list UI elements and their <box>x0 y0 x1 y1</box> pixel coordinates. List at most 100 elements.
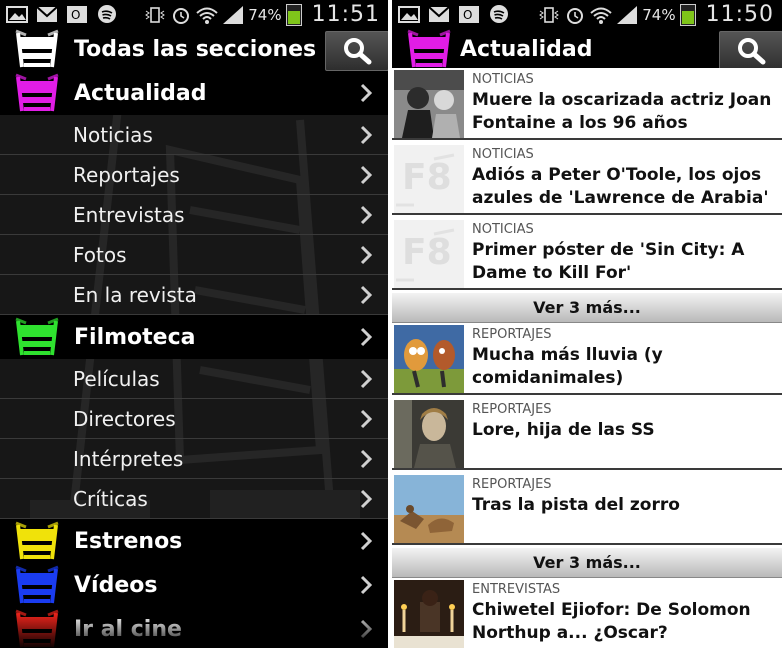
news-category: REPORTAJES <box>472 327 552 342</box>
chevron-right-icon <box>360 165 372 184</box>
menu-section[interactable]: Filmoteca <box>0 315 388 359</box>
chevron-right-icon <box>360 531 372 551</box>
svg-text:O: O <box>71 8 80 22</box>
menu-subitem[interactable]: Reportajes <box>0 155 388 195</box>
director-chair-icon <box>407 29 451 68</box>
menu-label: Vídeos <box>74 572 158 598</box>
menu-label: Todas las secciones <box>74 36 317 62</box>
menu-label: Reportajes <box>73 162 180 187</box>
menu-subitem[interactable]: Películas <box>0 359 388 399</box>
battery-percent: 74% <box>248 5 282 24</box>
director-chair-icon <box>15 73 59 112</box>
news-item[interactable]: F8 NOTICIAS Adiós a Peter O'Toole, los ojo… <box>392 143 782 215</box>
news-category: ENTREVISTAS <box>472 582 561 597</box>
alarm-icon <box>173 7 190 24</box>
wifi-icon <box>590 7 612 24</box>
search-icon <box>344 38 372 65</box>
news-item[interactable]: F8 NOTICIAS Primer póster de 'Sin City: A … <box>392 218 782 290</box>
director-chair-icon <box>15 29 59 68</box>
svg-text:F8: F8 <box>402 157 452 198</box>
svg-text:O: O <box>463 8 472 22</box>
menu-subitem[interactable]: Noticias <box>0 115 388 155</box>
spotify-icon <box>490 5 508 23</box>
signal-icon <box>223 5 244 24</box>
news-headline: Adiós a Peter O'Toole, los ojos azules d… <box>472 165 769 208</box>
menu-label: Estrenos <box>74 528 183 554</box>
news-category: REPORTAJES <box>472 402 552 417</box>
signal-icon <box>617 5 638 24</box>
article-thumbnail: F8 <box>394 220 464 288</box>
menu-label: Películas <box>73 366 160 391</box>
menu-label: Críticas <box>73 486 148 511</box>
menu-section[interactable]: Actualidad <box>0 71 388 115</box>
news-headline: Primer póster de 'Sin City: A Dame to Ki… <box>472 240 745 283</box>
menu-label: Directores <box>73 406 176 431</box>
wifi-icon <box>196 7 218 24</box>
news-item[interactable]: NOTICIAS Muere la oscarizada actriz Joan … <box>392 68 782 140</box>
article-thumbnail <box>394 580 464 648</box>
chevron-right-icon <box>360 285 372 304</box>
left-screen: O 74% 11:51 Todas las secciones Actualida… <box>0 0 388 648</box>
menu-label: Entrevistas <box>73 202 185 227</box>
menu-subitem[interactable]: Fotos <box>0 235 388 275</box>
alarm-icon <box>567 7 584 24</box>
see-more-button[interactable]: Ver 3 más... <box>392 548 782 578</box>
status-bar: O 74% 11:50 <box>392 0 782 30</box>
news-category: NOTICIAS <box>472 222 534 237</box>
battery-percent: 74% <box>642 5 676 24</box>
battery-icon <box>285 3 302 26</box>
news-category: NOTICIAS <box>472 147 534 162</box>
article-thumbnail <box>394 400 464 468</box>
news-item[interactable]: REPORTAJES Lore, hija de las SS <box>392 398 782 470</box>
spotify-icon <box>98 5 116 23</box>
see-more-button[interactable]: Ver 3 más... <box>392 293 782 323</box>
menu-label: Noticias <box>73 122 153 147</box>
menu-subitem[interactable]: En la revista <box>0 275 388 315</box>
menu-label: Fotos <box>73 242 127 267</box>
news-headline: Lore, hija de las SS <box>472 420 655 440</box>
chevron-right-icon <box>360 409 372 428</box>
outlook-icon: O <box>67 6 87 23</box>
vibrate-icon <box>145 6 166 23</box>
menu-label: Actualidad <box>74 80 207 106</box>
news-category: NOTICIAS <box>472 72 534 87</box>
chevron-right-icon <box>360 327 372 347</box>
news-headline: Muere la oscarizada actriz Joan Fontaine… <box>472 90 772 133</box>
news-item[interactable]: ENTREVISTAS Chiwetel Ejiofor: De Solomon … <box>392 578 782 648</box>
news-category: REPORTAJES <box>472 477 552 492</box>
page-title: Actualidad <box>460 36 593 62</box>
menu-section[interactable]: Vídeos <box>0 563 388 607</box>
menu-label: En la revista <box>73 282 197 307</box>
chevron-right-icon <box>360 575 372 595</box>
menu-subitem[interactable]: Intérpretes <box>0 439 388 479</box>
vibrate-icon <box>539 6 560 23</box>
battery-icon <box>679 3 696 26</box>
status-bar: O 74% 11:51 <box>0 0 388 30</box>
menu-subitem[interactable]: Críticas <box>0 479 388 519</box>
article-thumbnail <box>394 325 464 393</box>
gallery-icon <box>398 6 420 23</box>
menu-section[interactable]: Estrenos <box>0 519 388 563</box>
search-button[interactable] <box>719 31 782 71</box>
article-thumbnail <box>394 475 464 543</box>
gallery-icon <box>6 6 28 23</box>
clock: 11:51 <box>311 2 380 27</box>
chevron-right-icon <box>360 449 372 468</box>
director-chair-icon <box>15 317 59 356</box>
director-chair-icon <box>15 565 59 604</box>
article-thumbnail: F8 <box>394 145 464 213</box>
director-chair-icon <box>15 521 59 560</box>
news-item[interactable]: REPORTAJES Tras la pista del zorro <box>392 473 782 545</box>
menu-subitem[interactable]: Directores <box>0 399 388 439</box>
outlook-icon: O <box>459 6 479 23</box>
svg-text:F8: F8 <box>402 232 452 273</box>
search-button[interactable] <box>325 31 388 71</box>
news-item[interactable]: REPORTAJES Mucha más lluvia (y comidanima… <box>392 323 782 395</box>
chevron-right-icon <box>360 83 372 103</box>
menu-subitem[interactable]: Entrevistas <box>0 195 388 235</box>
news-headline: Chiwetel Ejiofor: De Solomon Northup a..… <box>472 600 751 643</box>
chevron-right-icon <box>360 125 372 144</box>
search-icon <box>738 38 766 65</box>
news-headline: Tras la pista del zorro <box>472 495 680 515</box>
menu-label: Filmoteca <box>74 324 196 350</box>
